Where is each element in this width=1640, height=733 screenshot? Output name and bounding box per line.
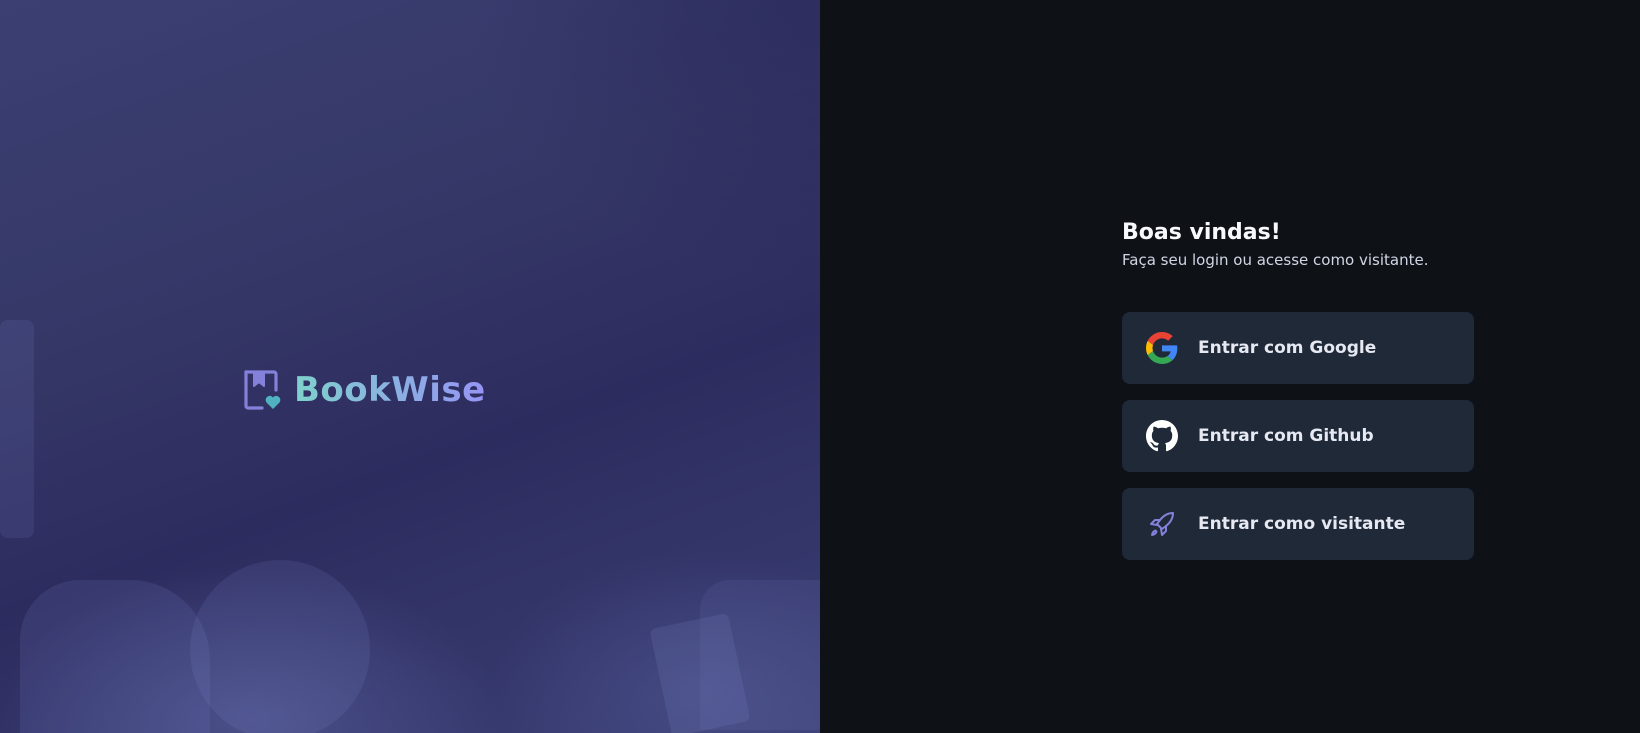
- github-login-label: Entrar com Github: [1198, 426, 1374, 446]
- brand-logo: BookWise: [242, 368, 486, 412]
- login-box: Boas vindas! Faça seu login ou acesse co…: [1122, 218, 1474, 560]
- google-icon: [1146, 332, 1178, 364]
- login-page: BookWise Boas vindas! Faça seu login ou …: [0, 0, 1640, 733]
- hero-decor-shape: [20, 580, 210, 733]
- github-login-button[interactable]: Entrar com Github: [1122, 400, 1474, 472]
- brand-name: BookWise: [294, 370, 486, 410]
- welcome-subtitle: Faça seu login ou acesse como visitante.: [1122, 251, 1429, 269]
- book-heart-icon: [244, 370, 281, 410]
- github-icon: [1146, 420, 1178, 452]
- google-login-button[interactable]: Entrar com Google: [1122, 312, 1474, 384]
- login-options: Entrar com Google Entrar com Github Entr…: [1122, 312, 1474, 560]
- login-panel: Boas vindas! Faça seu login ou acesse co…: [820, 0, 1640, 733]
- guest-login-button[interactable]: Entrar como visitante: [1122, 488, 1474, 560]
- google-login-label: Entrar com Google: [1198, 338, 1377, 358]
- rocket-icon: [1146, 508, 1178, 540]
- hero-decor-shape: [700, 580, 820, 730]
- welcome-title: Boas vindas!: [1122, 220, 1281, 245]
- hero-decor-shape: [0, 320, 34, 538]
- guest-login-label: Entrar como visitante: [1198, 514, 1406, 534]
- hero-decor-shape: [190, 560, 370, 733]
- hero-panel: BookWise: [0, 0, 820, 733]
